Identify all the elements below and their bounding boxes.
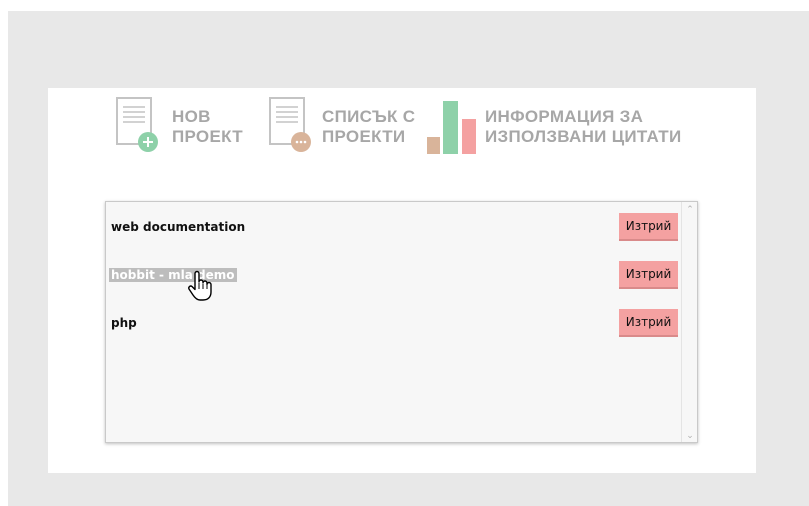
- delete-button[interactable]: Изтрий: [619, 213, 678, 241]
- nav-citations-info-line1: ИНФОРМАЦИЯ ЗА: [485, 107, 644, 126]
- nav-project-list[interactable]: СПИСЪК С ПРОЕКТИ: [269, 97, 419, 157]
- nav-project-list-line2: ПРОЕКТИ: [322, 127, 406, 146]
- bar-chart-icon: [427, 101, 476, 154]
- nav-citations-info-label: ИНФОРМАЦИЯ ЗА ИЗПОЛЗВАНИ ЦИТАТИ: [485, 107, 681, 147]
- nav-citations-info[interactable]: ИНФОРМАЦИЯ ЗА ИЗПОЛЗВАНИ ЦИТАТИ: [424, 97, 704, 157]
- nav-citations-info-line2: ИЗПОЛЗВАНИ ЦИТАТИ: [485, 127, 682, 146]
- project-list[interactable]: web documentation Изтрий hobbit - mla de…: [105, 201, 698, 443]
- scroll-up-icon[interactable]: ⌃: [685, 205, 695, 214]
- project-row: php Изтрий: [106, 309, 682, 339]
- project-row: web documentation Изтрий: [106, 213, 682, 243]
- nav-new-project-line2: ПРОЕКТ: [172, 127, 243, 146]
- delete-button[interactable]: Изтрий: [619, 309, 678, 337]
- document-list-icon: [269, 97, 311, 152]
- nav-project-list-line1: СПИСЪК С: [322, 107, 416, 126]
- project-name[interactable]: web documentation: [111, 220, 245, 234]
- project-name[interactable]: php: [111, 316, 137, 330]
- nav-project-list-label: СПИСЪК С ПРОЕКТИ: [322, 107, 415, 147]
- vertical-scrollbar[interactable]: ⌃ ⌄: [681, 202, 697, 442]
- scroll-down-icon[interactable]: ⌄: [685, 431, 695, 440]
- nav-new-project-line1: НОВ: [172, 107, 211, 126]
- document-plus-icon: [116, 97, 158, 152]
- delete-button[interactable]: Изтрий: [619, 261, 678, 289]
- nav-new-project-label: НОВ ПРОЕКТ: [172, 107, 243, 147]
- project-row: hobbit - mla demo Изтрий: [106, 261, 682, 291]
- nav-new-project[interactable]: НОВ ПРОЕКТ: [116, 97, 246, 157]
- project-name[interactable]: hobbit - mla demo: [109, 268, 237, 282]
